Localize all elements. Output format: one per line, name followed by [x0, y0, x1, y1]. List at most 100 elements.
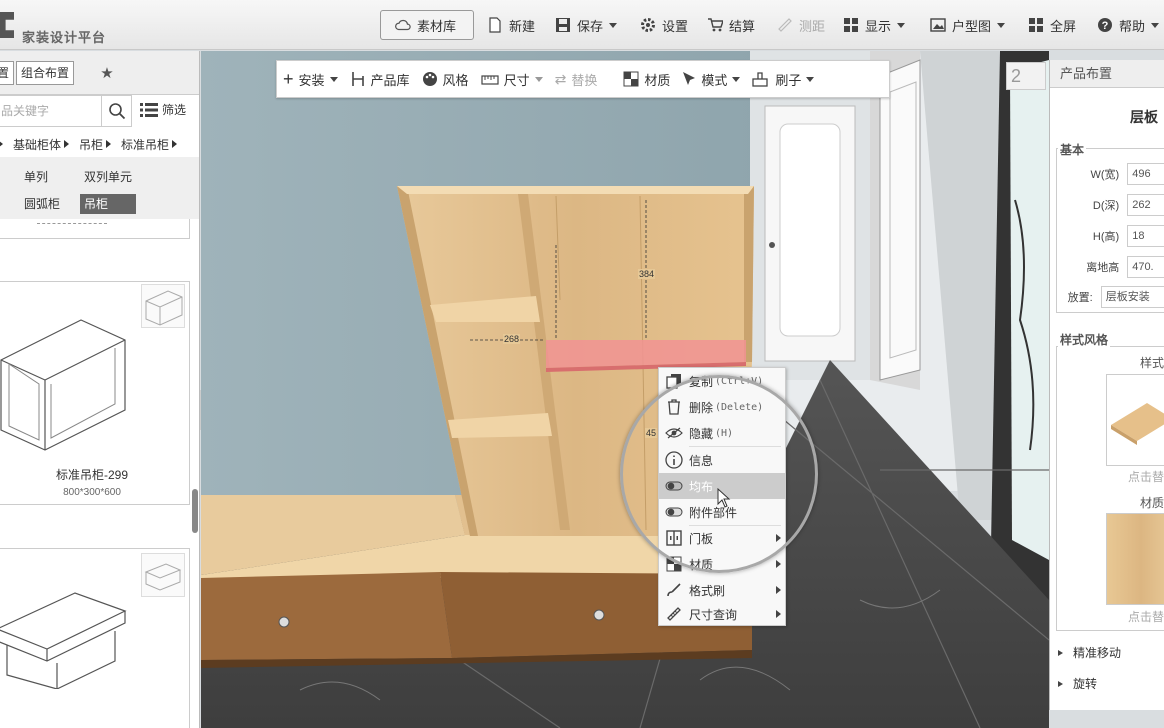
- chevron-down-icon: [1151, 22, 1160, 28]
- style-button[interactable]: 风格: [422, 70, 469, 89]
- breadcrumb-label: 吊柜: [79, 137, 104, 152]
- product-card[interactable]: 标准吊柜-299 800*300*600: [0, 281, 190, 505]
- category-wall-cabinet[interactable]: 吊柜: [80, 194, 136, 214]
- product-library-button[interactable]: 产品库: [350, 70, 410, 89]
- tab-layout[interactable]: 置: [0, 60, 15, 85]
- display-button[interactable]: 显示: [843, 10, 906, 40]
- breadcrumb-label: 标准吊柜: [121, 137, 170, 152]
- material-swatch[interactable]: [1106, 513, 1164, 605]
- menu-item-format-brush[interactable]: 格式刷: [659, 577, 785, 603]
- replace-style-link[interactable]: 点击替: [1128, 468, 1164, 485]
- depth-row: D(深) 262: [1050, 194, 1164, 216]
- product-mini-preview[interactable]: [141, 284, 185, 328]
- width-input[interactable]: 496: [1127, 163, 1164, 185]
- checker-icon: [623, 71, 639, 87]
- save-button[interactable]: 保存: [555, 10, 618, 40]
- left-panel: 置 组合布置 ★ 品关键字 筛选 基础柜体 吊柜 标准吊柜 单列 双列单元 圆弧…: [0, 51, 200, 728]
- 3d-viewport[interactable]: 384 268 45: [201, 51, 1049, 728]
- tv-stand-mini-icon: [144, 563, 182, 591]
- ruler-icon: [480, 75, 499, 85]
- precise-move-label: 精准移动: [1073, 646, 1122, 660]
- replace-material-link[interactable]: 点击替: [1128, 608, 1164, 625]
- style-label: 风格: [442, 72, 469, 88]
- submenu-arrow-icon: [776, 610, 781, 618]
- checkout-label: 结算: [729, 18, 756, 34]
- brush-label: 刷子: [775, 72, 802, 88]
- checkout-button[interactable]: 结算: [707, 10, 755, 40]
- tab-combo-layout[interactable]: 组合布置: [16, 60, 75, 85]
- help-label: 帮助: [1119, 18, 1146, 34]
- depth-input[interactable]: 262: [1127, 194, 1164, 216]
- product-mini-preview[interactable]: [141, 553, 185, 597]
- menu-item-size-query[interactable]: 尺寸查询: [659, 601, 785, 627]
- material-library-button[interactable]: 素材库: [380, 10, 474, 40]
- search-button[interactable]: [102, 95, 132, 127]
- depth-label: D(深): [1092, 200, 1120, 212]
- new-button[interactable]: 新建: [487, 10, 535, 40]
- rotate-label: 旋转: [1073, 677, 1098, 691]
- help-icon: ?: [1098, 18, 1112, 32]
- expand-arrow-icon: [1058, 680, 1063, 687]
- replace-button[interactable]: ⇄ 替换: [555, 70, 598, 89]
- product-name: 层板: [1130, 109, 1158, 125]
- material-label: 材质: [1140, 496, 1164, 510]
- search-icon: [108, 103, 125, 120]
- filter-button[interactable]: 筛选: [140, 101, 186, 118]
- settings-button[interactable]: 设置: [640, 10, 688, 40]
- top-toolbar: 家装设计平台 素材库 新建 保存 设置 结算 测距 显示 户型图 全屏 ? 帮助: [0, 0, 1164, 50]
- material-label: 材质: [644, 72, 671, 88]
- search-input[interactable]: 品关键字: [0, 95, 102, 127]
- floorplan-label: 户型图: [952, 18, 992, 34]
- replace-label: 替换: [571, 72, 598, 88]
- breadcrumb-item[interactable]: 标准吊柜: [121, 133, 178, 155]
- brush-button[interactable]: 刷子: [752, 70, 815, 89]
- left-panel-scrollbar[interactable]: [192, 489, 198, 533]
- product-card-partial[interactable]: [0, 219, 190, 239]
- chevron-down-icon: [806, 76, 815, 82]
- height-label: H(高): [1092, 231, 1120, 243]
- mode-button[interactable]: 模式: [682, 70, 741, 89]
- fullscreen-button[interactable]: 全屏: [1028, 10, 1076, 40]
- brush-icon: [752, 72, 769, 87]
- category-single[interactable]: 单列: [20, 167, 52, 187]
- product-size: 800*300*600: [63, 487, 121, 498]
- dimension-label: 268: [503, 334, 521, 344]
- style-label: 样式: [1140, 356, 1164, 370]
- breadcrumb-item[interactable]: 基础柜体: [13, 133, 70, 155]
- caret-right-icon: [64, 140, 70, 148]
- category-arc[interactable]: 圆弧柜: [20, 194, 64, 214]
- size-button[interactable]: 尺寸: [480, 70, 543, 89]
- star-icon[interactable]: ★: [98, 64, 116, 82]
- ground-height-input[interactable]: 470.: [1127, 256, 1164, 278]
- category-list: 单列 双列单元 圆弧柜 吊柜: [0, 157, 199, 219]
- plus-icon: +: [283, 69, 294, 89]
- grid-icon: [844, 18, 858, 32]
- precise-move-section[interactable]: 精准移动: [1058, 644, 1121, 661]
- height-input[interactable]: 18: [1127, 225, 1164, 247]
- save-icon: [556, 18, 570, 32]
- new-label: 新建: [509, 18, 536, 34]
- category-double[interactable]: 双列单元: [80, 167, 136, 187]
- style-thumbnail: [1111, 403, 1164, 445]
- chevron-down-icon: [609, 22, 618, 28]
- floorplan-button[interactable]: 户型图: [930, 10, 1006, 40]
- tv-stand-thumbnail: [0, 592, 127, 689]
- style-swatch[interactable]: [1106, 374, 1164, 466]
- measure-button[interactable]: 测距: [777, 10, 825, 40]
- caret-right-icon: [172, 140, 178, 148]
- height-row: H(高) 18: [1050, 225, 1164, 247]
- chevron-down-icon: [997, 22, 1006, 28]
- product-name: 标准吊柜-299: [55, 468, 129, 482]
- breadcrumb-item[interactable]: 吊柜: [79, 133, 112, 155]
- breadcrumb: 基础柜体 吊柜 标准吊柜: [0, 133, 199, 155]
- rotate-section[interactable]: 旋转: [1058, 675, 1097, 692]
- install-button[interactable]: + 安装: [283, 70, 338, 89]
- filter-label: 筛选: [162, 103, 187, 117]
- material-library-label: 素材库: [417, 18, 457, 34]
- cabinet-thumbnail: [0, 319, 126, 451]
- material-button[interactable]: 材质: [623, 70, 670, 89]
- product-card[interactable]: [0, 548, 190, 728]
- help-button[interactable]: ? 帮助: [1097, 10, 1160, 40]
- display-label: 显示: [865, 18, 892, 34]
- placement-select[interactable]: 层板安装: [1100, 286, 1164, 308]
